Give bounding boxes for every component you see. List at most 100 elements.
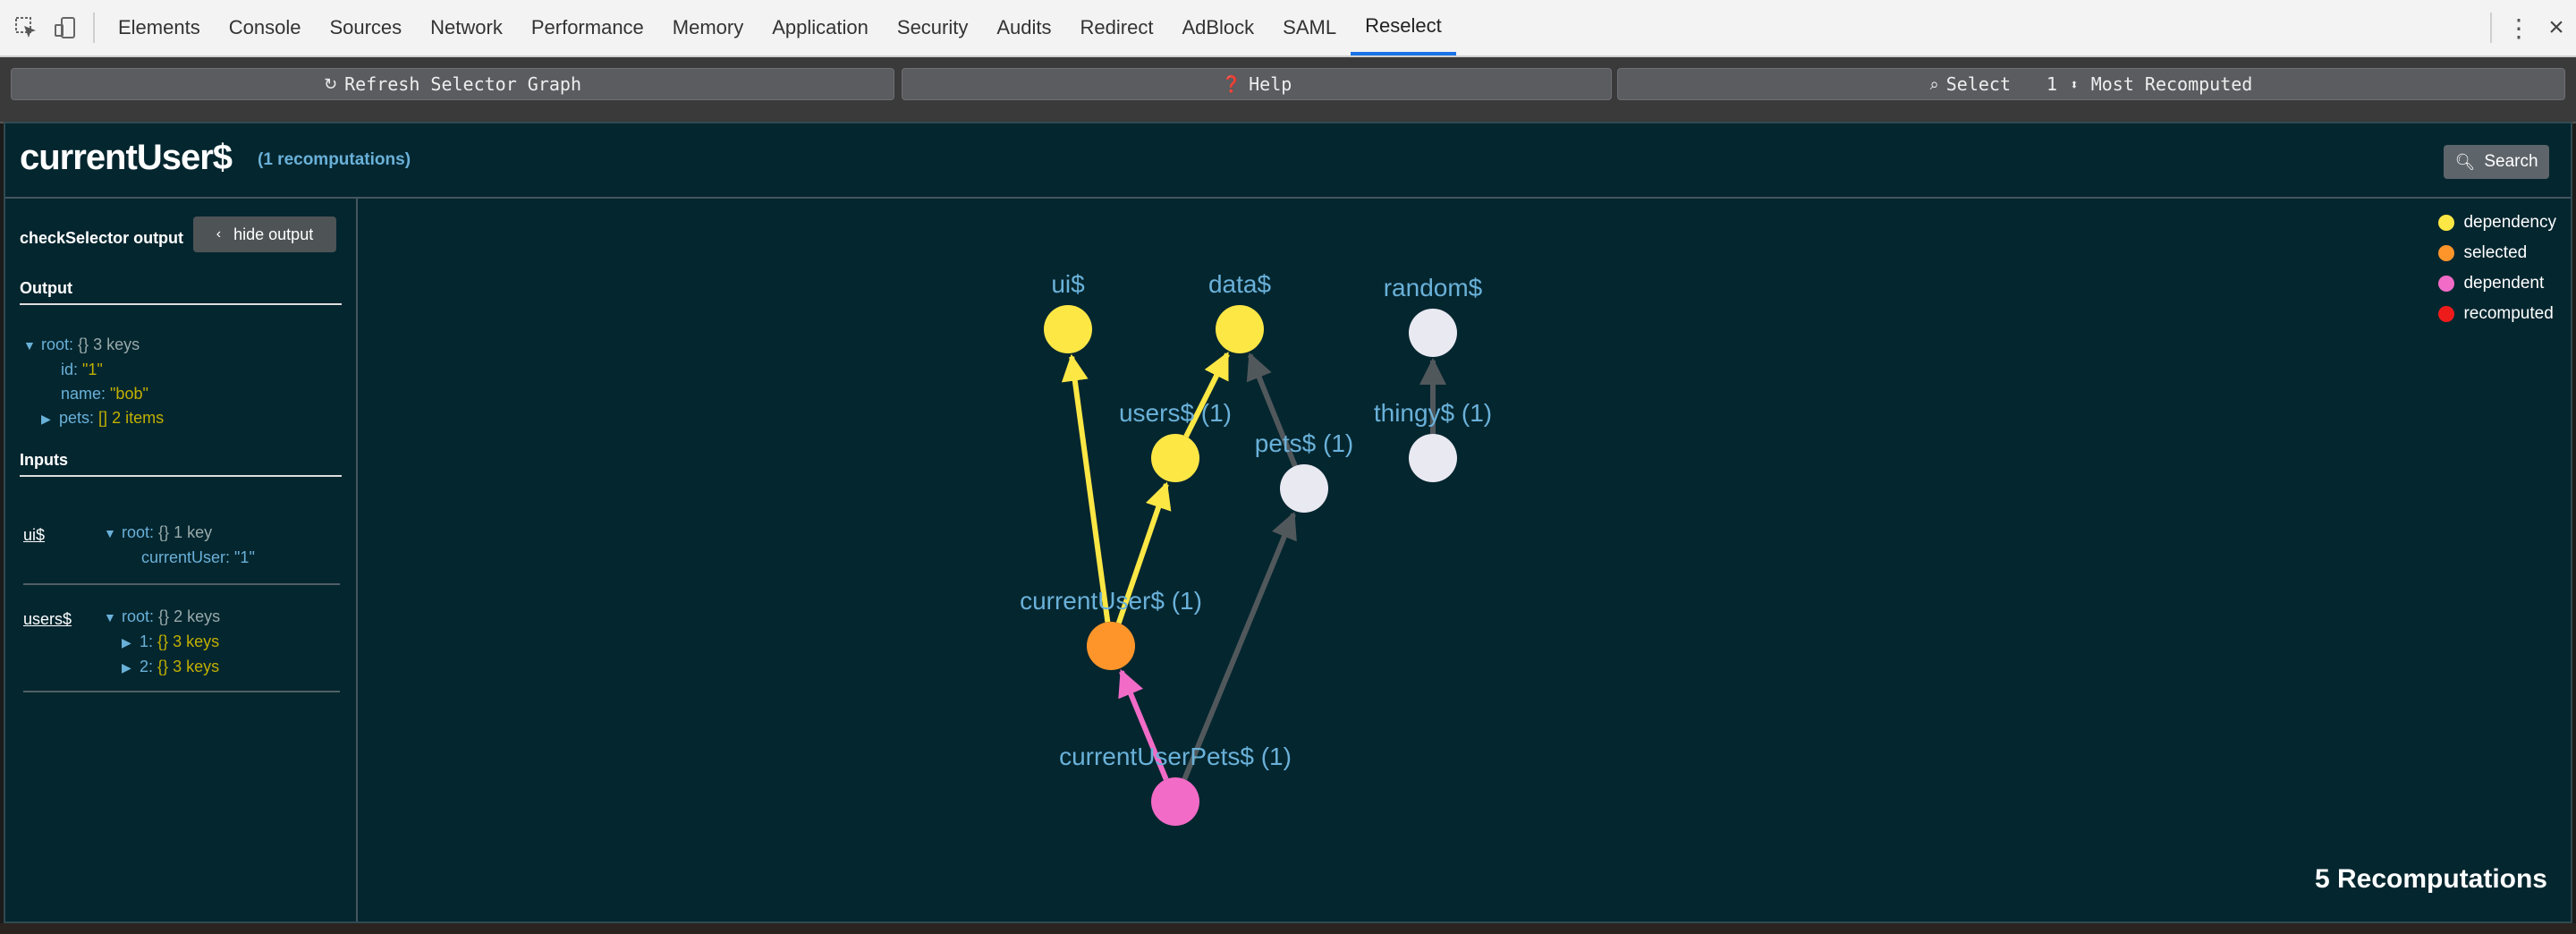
more-options-icon[interactable]: ⋮	[2501, 13, 2537, 43]
toolbar-divider	[2490, 13, 2492, 43]
tree-row-id: id: "1"	[23, 358, 164, 382]
tree-count: 2 keys	[174, 607, 221, 625]
recomputation-count: (1 recomputations)	[258, 150, 411, 169]
input-tree-users: ▼ root: {} 2 keys ▶ 1: {} 3 keys ▶ 2: {} 3 …	[104, 605, 220, 680]
tree-row-user-2[interactable]: ▶ 2: {} 3 keys	[104, 655, 220, 680]
help-button[interactable]: ❓ Help	[902, 68, 1612, 100]
graph-node-data[interactable]	[1216, 305, 1264, 353]
select-mode[interactable]: Most Recomputed	[2091, 73, 2253, 95]
caret-down-icon[interactable]: ▼	[104, 522, 122, 546]
tree-type: {}	[158, 607, 170, 625]
tree-value: "bob"	[110, 385, 148, 403]
tab-adblock[interactable]: AdBlock	[1167, 0, 1268, 55]
tree-row-user-1[interactable]: ▶ 1: {} 3 keys	[104, 630, 220, 655]
tree-type: {}	[157, 658, 169, 675]
caret-right-icon[interactable]: ▶	[122, 656, 140, 680]
device-toolbar-icon[interactable]	[52, 14, 79, 41]
graph-node-currentUserPets[interactable]	[1151, 777, 1199, 826]
selector-graph[interactable]: ui$ data$ random$ users$ (1) pets$ (1) thingy…	[358, 199, 2571, 921]
tree-key: root:	[122, 523, 155, 541]
graph-node-label[interactable]: users$ (1)	[1119, 399, 1232, 427]
inspect-element-icon[interactable]	[13, 14, 39, 41]
tab-console[interactable]: Console	[215, 0, 316, 55]
legend-swatch	[2438, 306, 2455, 322]
tab-application[interactable]: Application	[758, 0, 883, 55]
selector-header: currentUser$ (1 recomputations) 🔍︎ Searc…	[5, 123, 2571, 199]
refresh-graph-button[interactable]: ↻ Refresh Selector Graph	[11, 68, 894, 100]
graph-node-label[interactable]: ui$	[1051, 270, 1085, 298]
chevron-left-icon: ‹	[216, 226, 222, 242]
caret-right-icon[interactable]: ▶	[122, 631, 140, 655]
tree-type: []	[98, 409, 108, 427]
tree-key: root:	[41, 335, 74, 353]
search-icon: ⌕	[1929, 74, 1939, 94]
tree-row-name: name: "bob"	[23, 382, 164, 406]
graph-node-label[interactable]: random$	[1384, 274, 1483, 301]
search-label: Search	[2484, 152, 2538, 171]
tree-row-root[interactable]: ▼ root: {} 3 keys	[23, 333, 164, 358]
select-count[interactable]: 1	[2046, 73, 2057, 95]
edge-currentUser-to-ui	[1061, 353, 1111, 623]
output-tree: ▼ root: {} 3 keys id: "1" name: "bob" ▶ pe…	[23, 333, 164, 431]
search-button[interactable]: 🔍︎ Search	[2444, 145, 2549, 179]
hide-output-button[interactable]: ‹ hide output	[193, 217, 336, 252]
caret-down-icon[interactable]: ▼	[23, 334, 41, 358]
close-icon[interactable]: ×	[2537, 13, 2576, 43]
graph-node-pets[interactable]	[1280, 464, 1328, 513]
tree-key: pets:	[59, 409, 95, 427]
search-icon: 🔍︎	[2454, 152, 2476, 171]
tree-row-root[interactable]: ▼ root: {} 2 keys	[104, 605, 220, 630]
tree-key: root:	[122, 607, 155, 625]
toolbar-divider	[93, 13, 95, 43]
graph-node-ui[interactable]	[1044, 305, 1092, 353]
input-divider	[23, 583, 340, 585]
tab-reselect[interactable]: Reselect	[1351, 0, 1456, 55]
tab-sources[interactable]: Sources	[315, 0, 416, 55]
stepper-arrows-icon[interactable]: ⬍	[2070, 76, 2079, 93]
selector-graph-canvas[interactable]: ui$ data$ random$ users$ (1) pets$ (1) thingy…	[358, 199, 2571, 921]
tree-count: 3 keys	[173, 658, 220, 675]
graph-node-label[interactable]: currentUser$ (1)	[1020, 587, 1202, 615]
caret-down-icon[interactable]: ▼	[104, 606, 122, 630]
legend-label: dependent	[2463, 274, 2545, 293]
graph-node-thingy[interactable]	[1409, 434, 1457, 482]
legend-item-recomputed: recomputed	[2438, 299, 2556, 329]
tree-type: {}	[158, 523, 170, 541]
tab-performance[interactable]: Performance	[517, 0, 658, 55]
graph-node-currentUser[interactable]	[1087, 622, 1135, 670]
tree-count: 1 key	[174, 523, 213, 541]
graph-node-label[interactable]: currentUserPets$ (1)	[1059, 743, 1292, 770]
tab-memory[interactable]: Memory	[658, 0, 758, 55]
reselect-toolbar: ↻ Refresh Selector Graph ❓ Help ⌕ Select…	[0, 57, 2576, 123]
legend-label: dependency	[2463, 213, 2556, 232]
legend-swatch	[2438, 245, 2455, 261]
tab-saml[interactable]: SAML	[1268, 0, 1351, 55]
tree-value: "1"	[82, 361, 103, 378]
graph-node-label[interactable]: data$	[1208, 270, 1271, 298]
tab-elements[interactable]: Elements	[104, 0, 215, 55]
tab-security[interactable]: Security	[883, 0, 982, 55]
tab-audits[interactable]: Audits	[982, 0, 1065, 55]
graph-node-label[interactable]: thingy$ (1)	[1374, 399, 1492, 427]
legend-label: recomputed	[2463, 304, 2554, 323]
input-name-ui[interactable]: ui$	[23, 526, 45, 545]
tree-type: {}	[78, 335, 89, 353]
tree-key: 2:	[140, 658, 154, 675]
input-name-users[interactable]: users$	[23, 610, 72, 629]
caret-right-icon[interactable]: ▶	[41, 407, 59, 431]
tree-row-pets[interactable]: ▶ pets: [] 2 items	[23, 406, 164, 431]
select-label: Select	[1945, 73, 2012, 95]
devtools-controls: ⋮ ×	[2476, 0, 2576, 55]
legend-swatch	[2438, 276, 2455, 292]
main-panel: currentUser$ (1 recomputations) 🔍︎ Searc…	[4, 122, 2572, 923]
tab-redirect[interactable]: Redirect	[1066, 0, 1168, 55]
tab-network[interactable]: Network	[416, 0, 517, 55]
devtools-tabs: Elements Console Sources Network Performance…	[104, 0, 1456, 55]
tree-row-root[interactable]: ▼ root: {} 1 key	[104, 521, 255, 546]
graph-node-random[interactable]	[1409, 309, 1457, 357]
graph-node-users[interactable]	[1151, 434, 1199, 482]
tree-key: name:	[61, 385, 106, 403]
select-control[interactable]: ⌕ Select 1 ⬍ Most Recomputed	[1617, 68, 2565, 100]
edge-currentUserPets-to-pets	[1182, 511, 1297, 781]
graph-node-label[interactable]: pets$ (1)	[1255, 429, 1354, 457]
